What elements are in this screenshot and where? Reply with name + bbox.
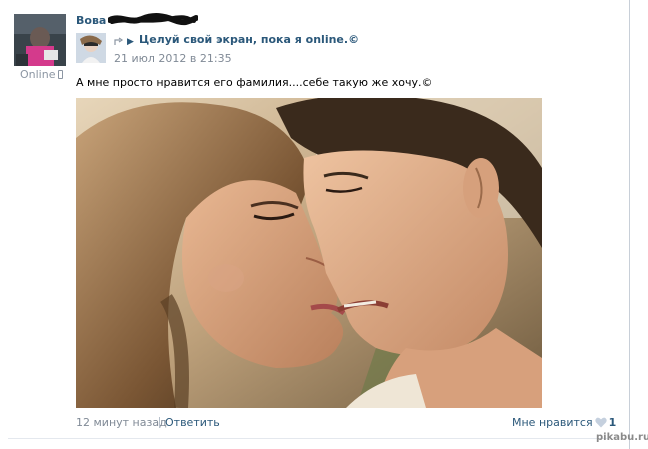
watermark: pikabu.ru [596,432,648,443]
author-avatar[interactable] [14,14,66,66]
share-arrow-icon [114,37,124,45]
author-avatar-image [14,14,66,66]
heart-icon [594,417,607,428]
repost-group-avatar[interactable] [76,33,106,63]
post-photo-image [76,98,542,408]
name-redaction-scribble [108,13,198,26]
like-count: 1 [608,416,617,429]
repost-group-link[interactable]: Целуй свой экран, пока я online.© [139,33,359,47]
page-border-right [629,0,630,449]
post-timestamp[interactable]: 12 минут назад [76,416,167,430]
online-status-text: Online [20,68,56,81]
post-text: А мне просто нравится его фамилия....себ… [76,76,433,89]
repost-date-link[interactable]: 21 июл 2012 в 21:35 [114,52,232,66]
footer-divider [159,417,160,428]
like-button[interactable]: Мне нравится 1 [512,416,616,430]
author-name-link[interactable]: Вова [76,14,106,28]
online-status: Online [20,68,64,82]
post-photo[interactable] [76,98,542,408]
play-triangle-icon: ▶ [127,37,134,47]
post-bottom-divider [8,438,608,439]
mobile-phone-icon [58,70,64,79]
wall-post: Online Вова ▶ Целуй свой экран, пока я o… [0,0,630,449]
like-label: Мне нравится [512,416,593,429]
repost-group-avatar-image [76,33,106,63]
reply-button[interactable]: Ответить [165,416,220,430]
